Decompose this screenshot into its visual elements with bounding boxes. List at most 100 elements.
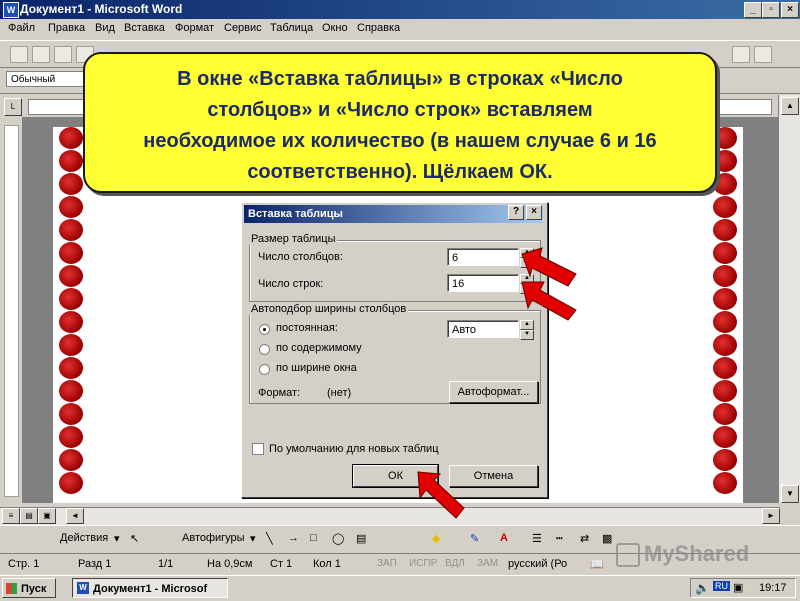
callout-text: В окне «Вставка таблицы» в строках «Числ… (143, 68, 657, 183)
select-pointer-icon[interactable]: ↖ (130, 532, 139, 545)
watermark-logo: MyShared (616, 541, 749, 568)
window-title: Документ1 - Microsoft Word (20, 2, 183, 16)
taskbar-word-item[interactable]: W Документ1 - Microsof (72, 578, 228, 598)
status-column: Кол 1 (313, 558, 341, 570)
rows-label: Число строк: (258, 278, 324, 290)
menu-help[interactable]: Справка (357, 22, 400, 34)
autoshapes-menu[interactable]: Автофигуры (182, 532, 245, 544)
fixed-width-radio[interactable] (259, 324, 270, 335)
table-size-label: Размер таблицы (249, 233, 338, 245)
save-icon[interactable] (54, 46, 72, 63)
watermark-icon (616, 543, 640, 568)
volume-icon[interactable]: 🔈 (695, 581, 710, 595)
line-tool-icon[interactable]: ╲ (266, 532, 273, 545)
pointer-arrow-ok-icon (417, 471, 465, 519)
vertical-scrollbar[interactable]: ▲ ▼ (778, 95, 800, 503)
tab-selector-icon[interactable]: L (4, 98, 22, 116)
status-position: На 0,9см (207, 558, 253, 570)
toolbar-help-icon[interactable] (754, 46, 772, 63)
page-border-right (713, 127, 739, 503)
oval-tool-icon[interactable]: ◯ (332, 532, 344, 545)
dash-style-icon[interactable]: ┅ (556, 532, 563, 545)
title-bar: W Документ1 - Microsoft Word _ ▫ × (0, 0, 800, 19)
scroll-right-icon[interactable]: ► (762, 508, 780, 524)
format-value: (нет) (327, 387, 352, 399)
fixed-width-input[interactable]: Авто (447, 320, 519, 338)
network-icon[interactable]: ▣ (733, 581, 743, 594)
windows-logo-icon (6, 583, 17, 594)
status-ext[interactable]: ВДЛ (445, 558, 465, 569)
default-checkbox-label: По умолчанию для новых таблиц (269, 443, 439, 455)
new-document-icon[interactable] (10, 46, 28, 63)
status-page: Стр. 1 (8, 558, 40, 570)
menu-view[interactable]: Вид (95, 22, 115, 34)
status-trk[interactable]: ИСПР (409, 558, 437, 569)
menu-window[interactable]: Окно (322, 22, 348, 34)
menu-tools[interactable]: Сервис (224, 22, 262, 34)
scroll-down-icon[interactable]: ▼ (781, 485, 799, 503)
menu-table[interactable]: Таблица (270, 22, 313, 34)
minimize-button[interactable]: _ (744, 2, 762, 18)
arrow-tool-icon[interactable]: → (288, 532, 299, 544)
line-color-icon[interactable]: ✎ (470, 532, 479, 545)
autofit-content-radio[interactable] (259, 344, 270, 355)
menu-edit[interactable]: Правка (48, 22, 85, 34)
pointer-arrow-rows-icon (521, 281, 577, 321)
autofit-content-label: по содержимому (276, 342, 362, 354)
textbox-tool-icon[interactable]: ▤ (356, 532, 366, 545)
status-rec[interactable]: ЗАП (377, 558, 397, 569)
rows-input[interactable]: 16 (447, 274, 519, 292)
system-tray: 🔈 RU ▣ 19:17 (690, 578, 796, 598)
horizontal-scrollbar[interactable]: ≡ ▤ ▣ ◄ ► (0, 507, 780, 525)
insert-table-dialog: Вставка таблицы ? × Размер таблицы Число… (241, 202, 548, 498)
print-view-icon[interactable]: ▣ (38, 508, 56, 524)
taskbar: Пуск W Документ1 - Microsof 🔈 RU ▣ 19:17 (0, 575, 800, 601)
dropdown-arrow-icon: ▾ (250, 533, 256, 545)
fixed-width-spinner[interactable]: ▲ ▼ (520, 320, 534, 340)
status-pages: 1/1 (158, 558, 174, 570)
word-app-icon: W (3, 2, 19, 18)
toolbar-more-icon[interactable] (732, 46, 750, 63)
dialog-close-button[interactable]: × (526, 205, 542, 220)
menu-file[interactable]: Файл (8, 22, 35, 34)
language-indicator[interactable]: RU (713, 581, 730, 591)
autofit-window-radio[interactable] (259, 364, 270, 375)
dropdown-arrow-icon: ▾ (114, 533, 120, 545)
clock: 19:17 (759, 582, 787, 594)
line-style-icon[interactable]: ☰ (532, 532, 542, 545)
normal-view-icon[interactable]: ≡ (2, 508, 20, 524)
status-section: Разд 1 (78, 558, 112, 570)
maximize-button[interactable]: ▫ (762, 2, 780, 18)
layout-view-icon[interactable]: ▤ (20, 508, 38, 524)
scroll-up-icon[interactable]: ▲ (781, 97, 799, 115)
rectangle-tool-icon[interactable]: □ (310, 532, 317, 544)
spelling-status-icon: 📖 (590, 559, 604, 571)
menu-insert[interactable]: Вставка (124, 22, 165, 34)
vertical-ruler-strip[interactable] (4, 125, 19, 497)
columns-label: Число столбцов: (258, 251, 343, 263)
draw-actions-menu[interactable]: Действия (60, 532, 108, 544)
word-task-icon: W (77, 582, 89, 594)
page-border-left (59, 127, 85, 503)
status-ovr[interactable]: ЗАМ (477, 558, 498, 569)
start-button[interactable]: Пуск (2, 578, 56, 598)
menu-bar: Файл Правка Вид Вставка Формат Сервис Та… (0, 19, 800, 39)
style-dropdown[interactable]: Обычный (6, 71, 84, 87)
shadow-icon[interactable]: ▩ (602, 532, 612, 545)
fixed-width-label: постоянная: (276, 322, 338, 334)
arrow-style-icon[interactable]: ⇄ (580, 532, 589, 545)
autoformat-button[interactable]: Автоформат... (449, 381, 538, 403)
default-checkbox[interactable] (252, 443, 264, 455)
close-button[interactable]: × (781, 2, 799, 18)
instruction-callout: В окне «Вставка таблицы» в строках «Числ… (83, 52, 717, 193)
dialog-help-button[interactable]: ? (508, 205, 524, 220)
scroll-left-icon[interactable]: ◄ (66, 508, 84, 524)
open-folder-icon[interactable] (32, 46, 50, 63)
vertical-ruler (0, 117, 23, 503)
dialog-title: Вставка таблицы (244, 205, 543, 223)
status-language: русский (Ро (508, 558, 568, 570)
menu-format[interactable]: Формат (175, 22, 214, 34)
fill-color-icon[interactable]: ◆ (432, 532, 440, 545)
columns-input[interactable]: 6 (447, 248, 519, 266)
font-color-icon[interactable]: A (500, 532, 508, 544)
